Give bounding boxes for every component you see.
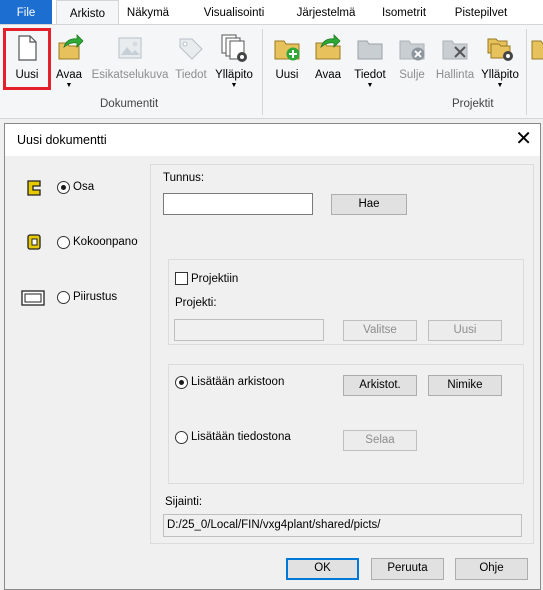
document-info-button[interactable]: Tiedot (172, 29, 210, 93)
valitse-button[interactable]: Valitse (343, 320, 417, 341)
hae-button[interactable]: Hae (331, 194, 407, 215)
highlight-box (3, 28, 51, 90)
ribbon-overflow-button[interactable] (530, 29, 543, 93)
sijainti-field: D:/25_0/Local/FIN/vxg4plant/shared/picts… (163, 514, 522, 537)
preview-image-icon (118, 37, 142, 59)
arkistot-button[interactable]: Arkistot. (343, 375, 417, 396)
chevron-down-icon: ▼ (496, 82, 504, 89)
tab-isometrit[interactable]: Isometrit (373, 0, 435, 24)
new-project-label: Uusi (275, 69, 299, 81)
part-icon (27, 180, 41, 196)
lisataan-tiedostona-label: Lisätään tiedostona (191, 431, 291, 443)
close-icon[interactable]: ✕ (515, 128, 532, 150)
open-project-button[interactable]: Avaa (310, 29, 346, 93)
ribbon-separator (262, 29, 263, 115)
type-kokoonpano-radio[interactable] (57, 236, 70, 249)
tab-arkisto[interactable]: Arkisto (56, 0, 119, 25)
close-folder-icon (399, 40, 425, 61)
documents-gear-icon (221, 34, 247, 62)
drawing-icon (21, 290, 45, 306)
close-project-button[interactable]: Sulje (394, 29, 430, 93)
new-project-button[interactable]: Uusi (268, 29, 306, 93)
projektiin-checkbox[interactable] (175, 272, 188, 285)
project-management-label: Hallinta (435, 69, 475, 81)
document-info-label: Tiedot (175, 69, 207, 81)
document-maintenance-button[interactable]: Ylläpito ▼ (212, 29, 256, 93)
new-document-dialog: Uusi dokumentti ✕ Osa Kokoonpano Piirust… (4, 123, 541, 590)
open-document-button[interactable]: Avaa ▼ (52, 29, 86, 93)
type-piirustus-radio[interactable] (57, 291, 70, 304)
nimike-button[interactable]: Nimike (428, 375, 502, 396)
project-info-button[interactable]: Tiedot ▼ (350, 29, 390, 93)
tab-visualisointi[interactable]: Visualisointi (190, 0, 278, 24)
type-osa-label: Osa (73, 181, 95, 193)
ribbon: Uusi Avaa ▼ Esikatselukuva Tiedot Ylläpi… (0, 24, 543, 119)
ribbon-tabs: File Arkisto Näkymä Visualisointi Järjes… (0, 0, 543, 25)
projekti-input[interactable] (174, 319, 324, 341)
dialog-title: Uusi dokumentti (17, 133, 107, 147)
open-folder-icon (315, 34, 341, 60)
tunnus-label: Tunnus: (163, 172, 205, 184)
chevron-down-icon: ▼ (65, 82, 73, 89)
project-maintenance-button[interactable]: Ylläpito ▼ (478, 29, 522, 93)
type-osa-radio[interactable] (57, 181, 70, 194)
preview-image-button[interactable]: Esikatselukuva (88, 29, 172, 93)
selaa-button[interactable]: Selaa (343, 430, 417, 451)
peruuta-button[interactable]: Peruuta (371, 558, 444, 580)
uusi-project-button[interactable]: Uusi (428, 320, 502, 341)
lisataan-arkistoon-radio[interactable] (175, 376, 188, 389)
chevron-down-icon: ▼ (366, 82, 374, 89)
close-project-label: Sulje (399, 69, 425, 81)
new-folder-icon (274, 40, 300, 61)
sijainti-label: Sijainti: (165, 496, 203, 508)
folders-gear-icon (487, 38, 513, 61)
projektiin-label: Projektiin (191, 273, 239, 285)
tab-file[interactable]: File (0, 0, 52, 24)
document-maintenance-label: Ylläpito (215, 69, 253, 81)
tab-nakyma[interactable]: Näkymä (122, 0, 174, 24)
open-document-icon (58, 34, 84, 60)
group-label-projektit: Projektit (452, 98, 494, 110)
open-document-label: Avaa (55, 69, 82, 81)
open-project-label: Avaa (314, 69, 341, 81)
projekti-label: Projekti: (175, 297, 217, 309)
folder-icon (531, 40, 543, 60)
preview-image-label: Esikatselukuva (91, 69, 169, 81)
tag-icon (179, 38, 203, 60)
ok-button[interactable]: OK (286, 558, 359, 580)
project-maintenance-label: Ylläpito (481, 69, 519, 81)
ohje-button[interactable]: Ohje (455, 558, 528, 580)
folder-icon (357, 40, 383, 60)
lisataan-arkistoon-label: Lisätään arkistoon (191, 376, 285, 388)
tunnus-input[interactable] (163, 193, 313, 215)
tab-pistepilvet[interactable]: Pistepilvet (447, 0, 515, 24)
tab-jarjestelma[interactable]: Järjestelmä (291, 0, 361, 24)
project-management-button[interactable]: Hallinta (432, 29, 478, 93)
tools-folder-icon (442, 40, 468, 60)
ribbon-separator (526, 29, 527, 115)
chevron-down-icon: ▼ (230, 82, 238, 89)
assembly-icon (27, 234, 41, 250)
dialog-titlebar: Uusi dokumentti ✕ (5, 124, 540, 156)
project-info-label: Tiedot (354, 69, 386, 81)
group-label-dokumentit: Dokumentit (100, 98, 159, 110)
lisataan-tiedostona-radio[interactable] (175, 431, 188, 444)
type-piirustus-label: Piirustus (73, 291, 118, 303)
details-panel (150, 164, 534, 544)
type-kokoonpano-label: Kokoonpano (73, 236, 138, 248)
